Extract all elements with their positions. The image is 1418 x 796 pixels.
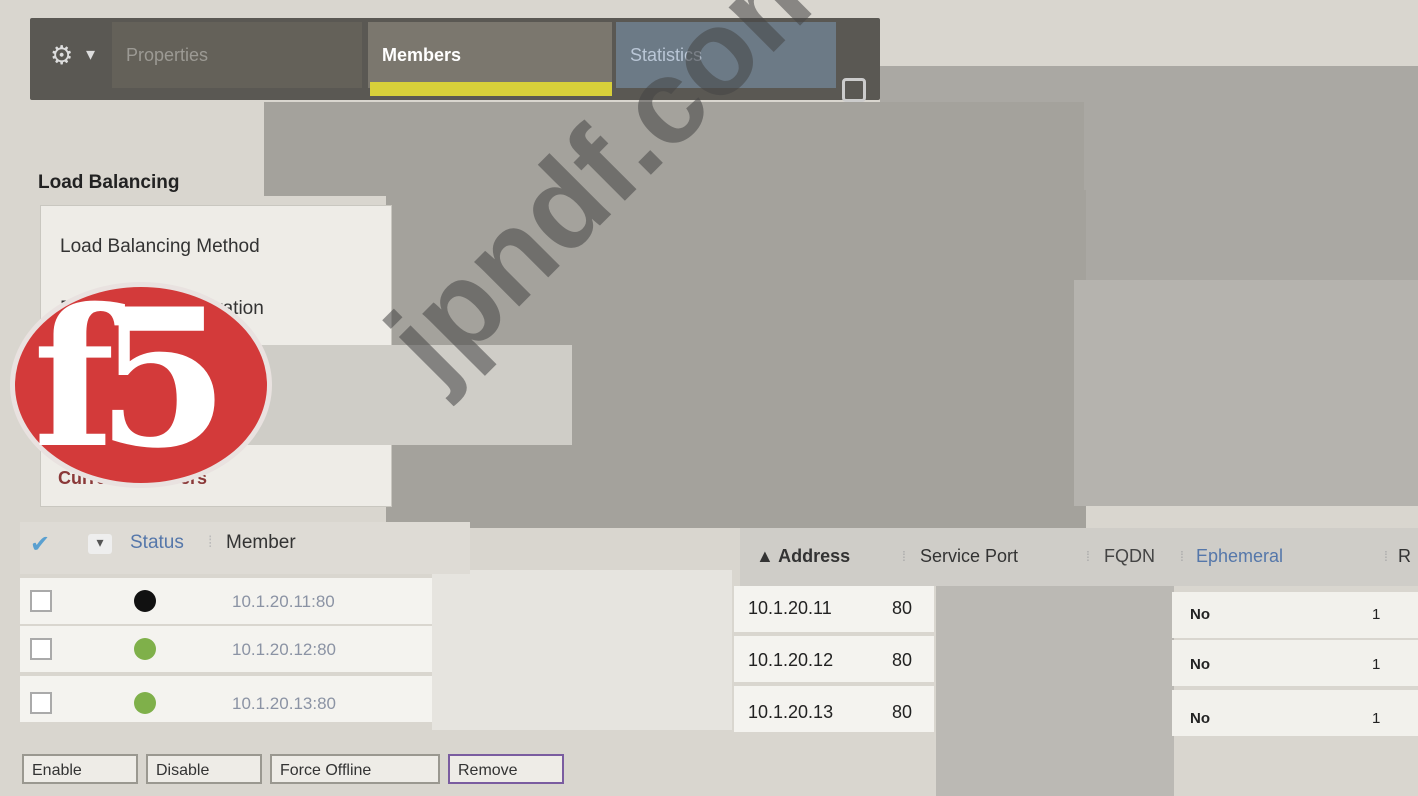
row-checkbox[interactable] xyxy=(30,590,52,612)
redacted-area xyxy=(1074,280,1418,506)
load-balancing-method-label: Load Balancing Method xyxy=(60,236,260,257)
service-port-cell: 80 xyxy=(892,650,913,670)
remove-button[interactable]: Remove xyxy=(448,754,564,784)
redacted-area xyxy=(936,576,1174,796)
column-header-fqdn[interactable]: FQDN xyxy=(1104,546,1155,567)
column-divider: ⁞ xyxy=(208,534,213,551)
f5-logo: f5 xyxy=(10,267,272,490)
member-link[interactable]: 10.1.20.12:80 xyxy=(232,640,336,660)
service-port-cell: 80 xyxy=(892,702,913,722)
select-all-checkbox[interactable]: ✔ xyxy=(30,530,54,558)
row-checkbox[interactable] xyxy=(30,638,52,660)
column-divider: ⁞ xyxy=(1384,548,1388,564)
column-divider: ⁞ xyxy=(902,548,906,564)
column-header-ephemeral[interactable]: Ephemeral xyxy=(1196,546,1283,567)
member-link[interactable]: 10.1.20.13:80 xyxy=(232,694,336,714)
address-cell: 10.1.20.11 xyxy=(748,598,832,618)
ephemeral-cell: No xyxy=(1190,606,1210,623)
column-header-service-port[interactable]: Service Port xyxy=(920,546,1018,567)
column-divider: ⁞ xyxy=(1086,548,1090,564)
ephemeral-cell: No xyxy=(1190,656,1210,673)
status-indicator xyxy=(134,590,156,612)
r-cell: 1 xyxy=(1372,606,1381,623)
tab-menu-icon[interactable] xyxy=(842,78,866,102)
gear-icon[interactable]: ⚙ xyxy=(50,40,80,70)
table-row xyxy=(20,676,432,722)
chevron-down-icon[interactable]: ▾ xyxy=(86,44,95,65)
status-indicator xyxy=(134,638,156,660)
blank-area xyxy=(432,570,732,730)
address-cell: 10.1.20.13 xyxy=(748,702,834,722)
service-port-cell: 80 xyxy=(892,598,913,618)
disable-button[interactable]: Disable xyxy=(146,754,262,784)
force-offline-button[interactable]: Force Offline xyxy=(270,754,440,784)
tab-properties[interactable]: Properties xyxy=(112,22,362,88)
ephemeral-cell: No xyxy=(1190,710,1210,727)
address-cell: 10.1.20.12 xyxy=(748,650,834,670)
row-checkbox[interactable] xyxy=(30,692,52,714)
column-header-r[interactable]: R xyxy=(1398,546,1411,567)
enable-button[interactable]: Enable xyxy=(22,754,138,784)
column-header-address[interactable]: ▲ Address xyxy=(756,546,850,567)
status-indicator xyxy=(134,692,156,714)
r-cell: 1 xyxy=(1372,710,1381,727)
chevron-down-icon[interactable]: ▾ xyxy=(88,534,112,554)
column-header-member[interactable]: Member xyxy=(226,532,296,554)
column-divider: ⁞ xyxy=(1180,548,1184,564)
tab-members[interactable]: Members xyxy=(368,22,612,88)
load-balancing-heading: Load Balancing xyxy=(38,172,180,193)
table-row xyxy=(20,578,432,624)
column-header-status[interactable]: Status xyxy=(130,532,184,554)
member-link[interactable]: 10.1.20.11:80 xyxy=(232,592,335,612)
r-cell: 1 xyxy=(1372,656,1381,673)
table-row xyxy=(20,626,432,672)
